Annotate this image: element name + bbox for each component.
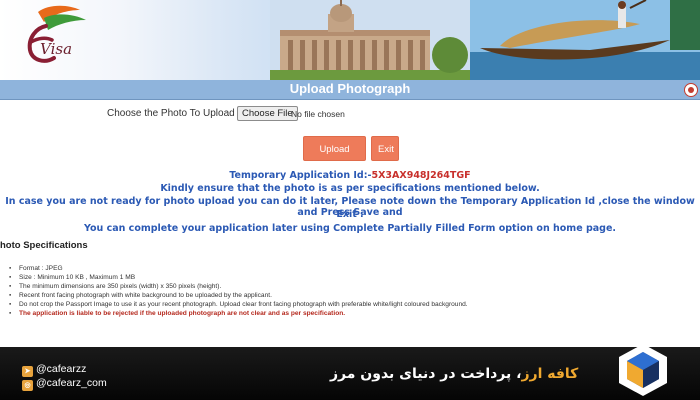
spec-item-rejection-warning: The application is liable to be rejected… xyxy=(9,309,689,318)
choose-file-button[interactable]: Choose File xyxy=(237,106,298,121)
footer-slogan: کافه ارز، پرداخت در دنیای بدون مرز xyxy=(330,366,578,382)
choose-photo-label: Choose the Photo To Upload xyxy=(107,108,235,119)
page-header-bar: Upload Photograph xyxy=(0,80,700,100)
spec-item-size: Size : Minimum 10 KB , Maximum 1 MB xyxy=(9,273,689,282)
spec-item-format: Format : JPEG xyxy=(9,264,689,273)
cafearz-cube-logo xyxy=(619,344,667,396)
spec-item-no-crop: Do not crop the Passport Image to use it… xyxy=(9,300,689,309)
spec-item-background: Recent front facing photograph with whit… xyxy=(9,291,689,300)
file-status-text: No file chosen xyxy=(291,109,345,119)
telegram-icon: ➤ xyxy=(22,366,33,377)
info-line-complete: You can complete your application later … xyxy=(83,223,617,234)
temp-id-value: 5X3AX948J264TGF xyxy=(371,170,471,181)
spec-item-dimensions: The minimum dimensions are 350 pixels (w… xyxy=(9,282,689,291)
info-line-ensure: Kindly ensure that the photo is as per s… xyxy=(160,183,540,194)
telegram-handle: ➤ @cafearzz xyxy=(22,363,86,377)
telegram-handle-text: @cafearzz xyxy=(36,363,87,375)
logo-text: Visa xyxy=(40,40,73,58)
photo-specifications-list: Format : JPEG Size : Minimum 10 KB , Max… xyxy=(9,264,689,319)
photo-specifications-heading: hoto Specifications xyxy=(0,240,88,251)
temporary-application-id: Temporary Application Id:-5X3AX948J264TG… xyxy=(0,170,700,181)
instagram-handle-text: @cafearz_com xyxy=(36,377,107,389)
upload-photo-button[interactable]: Upload Photo xyxy=(303,136,366,178)
banner: Visa xyxy=(0,0,700,80)
parliament-building-image xyxy=(270,0,470,80)
page-title: Upload Photograph xyxy=(289,81,411,96)
slogan-brand: کافه ارز xyxy=(521,366,579,382)
exit-button[interactable]: Exit xyxy=(371,136,399,161)
temp-id-label: Temporary Application Id:- xyxy=(229,170,372,181)
instagram-handle: ◎ @cafearz_com xyxy=(22,377,107,391)
indian-emblem-icon xyxy=(684,83,698,97)
info-line-exit: Exit . xyxy=(336,209,364,220)
houseboat-image xyxy=(470,0,700,80)
evisa-logo xyxy=(27,5,86,63)
instagram-icon: ◎ xyxy=(22,380,33,391)
slogan-rest: ، پرداخت در دنیای بدون مرز xyxy=(330,366,522,382)
